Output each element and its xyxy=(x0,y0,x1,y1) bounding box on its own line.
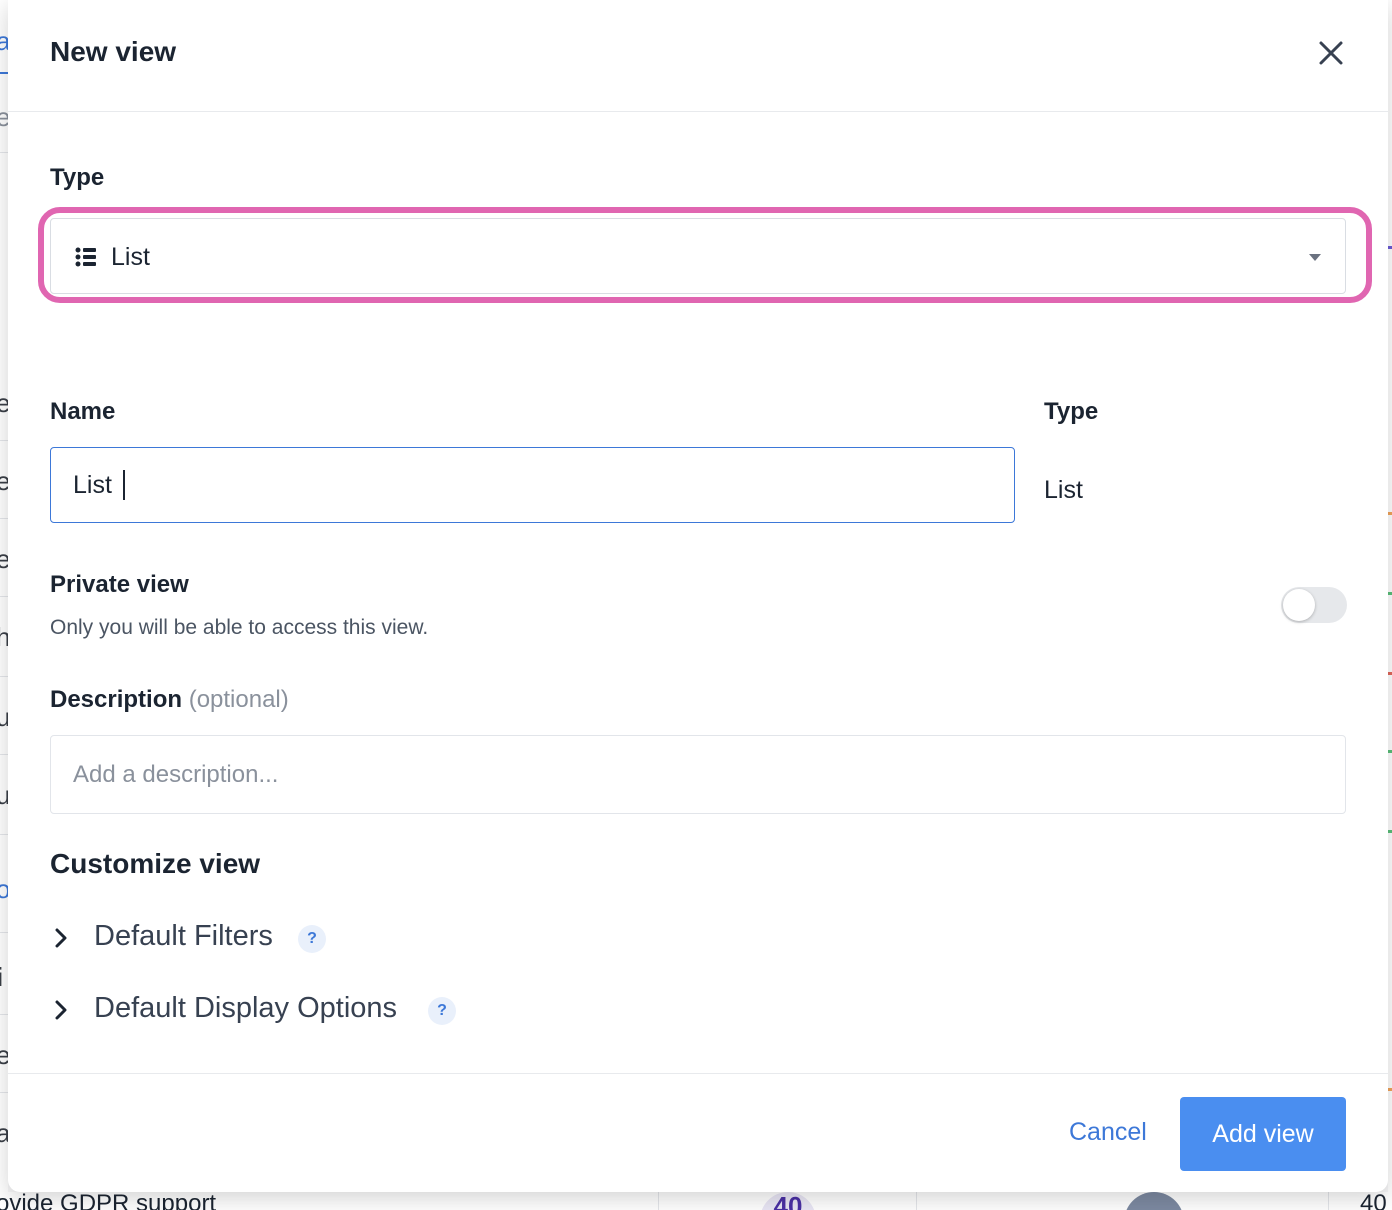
customize-view-title: Customize view xyxy=(50,848,261,879)
background-fragment: e xyxy=(0,466,8,496)
background-fragment: ea xyxy=(0,544,8,574)
background-fragment: e xyxy=(0,1040,8,1070)
background-fragment: i xyxy=(0,962,3,993)
background-fragment: e xyxy=(0,388,8,418)
description-label-text: Description xyxy=(50,686,183,713)
background-fragment: us xyxy=(0,780,8,810)
background-fragment: hi xyxy=(0,622,8,652)
default-display-options-expander[interactable]: Default Display Options xyxy=(50,990,470,1030)
toggle-knob xyxy=(1283,589,1315,621)
background-row-title: ovide GDPR support xyxy=(0,1192,217,1210)
default-filters-label: Default Filters xyxy=(94,920,273,952)
background-table-row: ovide GDPR support 40 40 xyxy=(0,1192,1392,1210)
chevron-down-icon xyxy=(1309,254,1321,261)
default-display-options-label: Default Display Options xyxy=(94,992,398,1024)
dialog-title: New view xyxy=(50,36,177,67)
chevron-right-icon xyxy=(55,928,67,948)
name-label: Name xyxy=(50,398,116,425)
view-type-select[interactable]: List xyxy=(50,218,1346,294)
private-view-toggle[interactable] xyxy=(1281,587,1347,623)
view-type-selected-value: List xyxy=(111,243,150,271)
default-filters-help-icon[interactable]: ? xyxy=(298,925,326,953)
cancel-button[interactable]: Cancel xyxy=(1069,1118,1147,1147)
optional-hint: (optional) xyxy=(188,686,289,713)
description-input[interactable] xyxy=(50,735,1346,814)
list-icon xyxy=(75,247,96,267)
private-view-description: Only you will be able to access this vie… xyxy=(50,616,429,639)
background-score-badge: 40 xyxy=(760,1192,816,1210)
background-right-column xyxy=(1388,0,1392,1210)
background-avatar xyxy=(1124,1192,1184,1210)
description-label: Description (optional) xyxy=(50,686,289,714)
private-view-label: Private view xyxy=(50,571,189,598)
close-icon xyxy=(1319,41,1343,65)
background-left-column: a e e e ea hi us us ol i e a xyxy=(0,0,8,1210)
type-readout-label: Type xyxy=(1044,398,1099,425)
add-view-button[interactable]: Add view xyxy=(1180,1097,1346,1171)
new-view-dialog: New view Type List Name Type List Privat… xyxy=(8,0,1388,1192)
text-cursor xyxy=(123,470,125,500)
chevron-right-icon xyxy=(55,1000,67,1020)
close-button[interactable] xyxy=(1314,36,1348,70)
type-label: Type xyxy=(50,164,105,191)
background-fragment: us xyxy=(0,702,8,732)
background-fragment: a xyxy=(0,26,8,56)
background-fragment: e xyxy=(0,102,8,132)
dialog-header: New view xyxy=(8,0,1388,112)
dialog-footer: Cancel Add view xyxy=(8,1073,1388,1192)
background-row-number: 40 xyxy=(1360,1192,1387,1210)
default-display-options-help-icon[interactable]: ? xyxy=(428,997,456,1025)
type-readout-value: List xyxy=(1044,476,1083,504)
background-fragment: a xyxy=(0,1118,8,1148)
name-input[interactable] xyxy=(50,447,1015,523)
background-fragment: ol xyxy=(0,874,8,904)
